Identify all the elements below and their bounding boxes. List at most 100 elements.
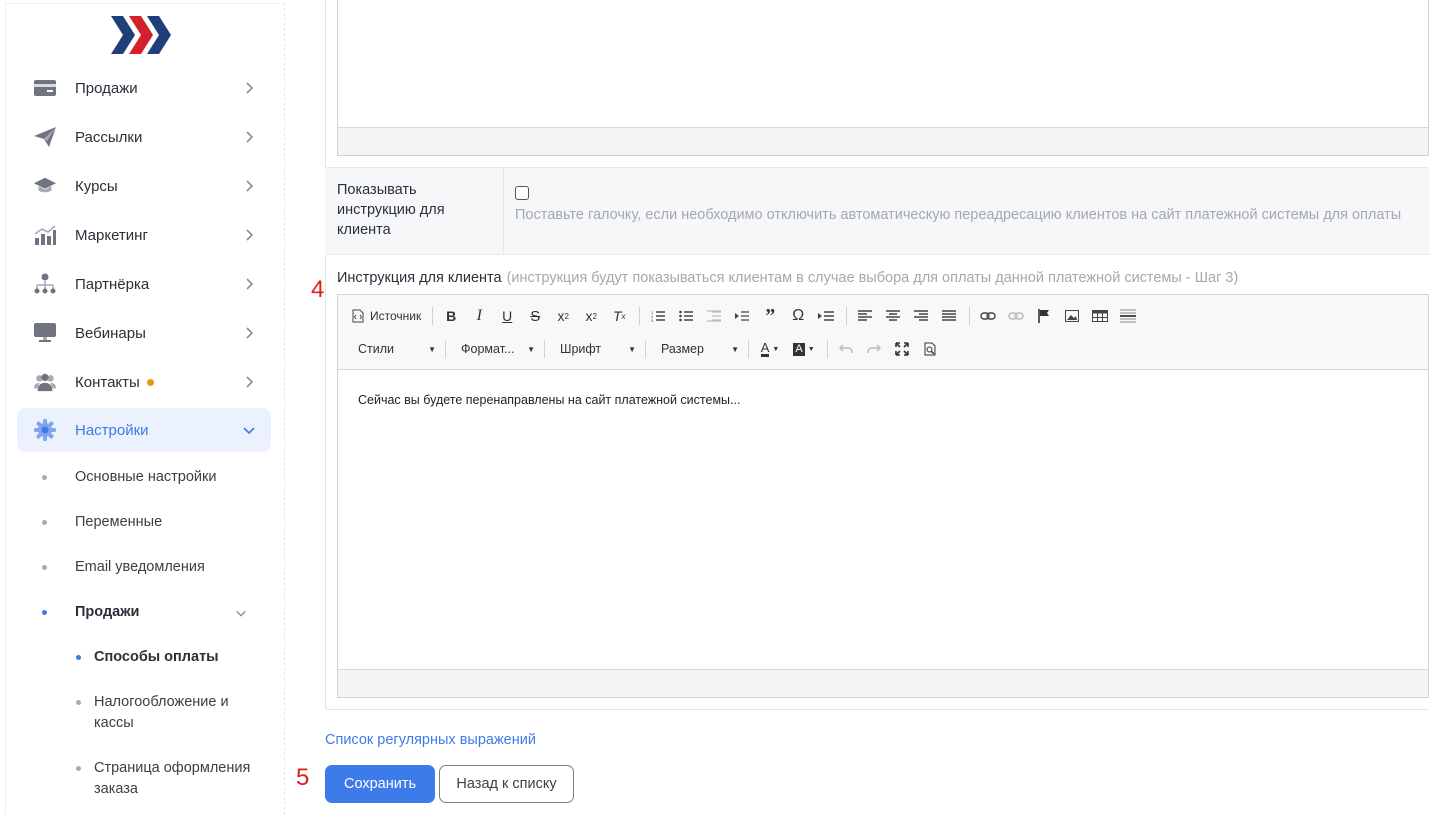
bold-icon[interactable]: B	[438, 304, 464, 328]
remove-format-icon[interactable]: Tx	[606, 304, 632, 328]
align-left-icon[interactable]	[852, 304, 878, 328]
blockquote-icon[interactable]: ”	[757, 304, 783, 328]
align-right-icon[interactable]	[908, 304, 934, 328]
instruction-title-text: Инструкция для клиента	[337, 270, 502, 286]
preview-icon[interactable]	[917, 337, 943, 361]
editor-content[interactable]: Сейчас вы будете перенаправлены на сайт …	[338, 371, 1428, 669]
align-justify-icon[interactable]	[936, 304, 962, 328]
underline-icon[interactable]: U	[494, 304, 520, 328]
superscript-icon[interactable]: x2	[578, 304, 604, 328]
editor-toolbar: Источник B I U S x2 x2 Tx 123 ” Ω Стили …	[338, 295, 1428, 370]
chevron-down-icon	[236, 610, 246, 617]
sidebar-item-label: Контакты	[75, 374, 154, 391]
source-icon	[352, 309, 364, 323]
sidebar-item-label: Курсы	[75, 177, 118, 195]
redo-icon[interactable]	[861, 337, 887, 361]
format-dropdown[interactable]: Формат... ▼	[451, 337, 539, 361]
gear-icon	[34, 419, 56, 441]
source-button[interactable]: Источник	[348, 304, 425, 328]
sidebar-item-label: Вебинары	[75, 324, 146, 342]
svg-text:3: 3	[651, 318, 654, 322]
chevron-right-icon	[246, 82, 254, 94]
card-icon	[34, 77, 56, 99]
sidebar-subitem-email-notifications[interactable]: Email уведомления	[42, 559, 205, 575]
sidebar-item-label: Партнёрка	[75, 275, 150, 293]
show-instruction-field: Поставьте галочку, если необходимо отклю…	[503, 167, 1429, 255]
styles-dropdown[interactable]: Стили ▼	[348, 337, 440, 361]
image-icon[interactable]	[1059, 304, 1085, 328]
bullet-dot	[76, 766, 81, 771]
monitor-icon	[34, 322, 56, 344]
sidebar-item-marketing[interactable]: Маркетинг	[17, 213, 271, 257]
logo[interactable]	[111, 16, 173, 54]
chevron-down-icon	[243, 427, 255, 435]
editor-statusbar	[338, 127, 1428, 155]
save-button[interactable]: Сохранить	[325, 765, 435, 803]
chevron-right-icon	[246, 376, 254, 388]
sidebar-item-sales[interactable]: Продажи	[17, 66, 271, 110]
undo-icon[interactable]	[833, 337, 859, 361]
users-icon	[34, 371, 56, 393]
sidebar-subitem-general-settings[interactable]: Основные настройки	[42, 469, 216, 485]
step-marker: 4	[311, 276, 325, 303]
italic-icon[interactable]: I	[466, 304, 492, 328]
graduation-cap-icon	[34, 175, 56, 197]
horizontal-line-icon[interactable]	[1115, 304, 1141, 328]
sidebar-subitem-label: Продажи	[75, 604, 140, 620]
sidebar-subitem-label: Основные настройки	[75, 469, 217, 485]
chevron-right-icon	[246, 229, 254, 241]
outdent-icon[interactable]	[701, 304, 727, 328]
sidebar-item-settings[interactable]: Настройки	[17, 408, 271, 452]
notification-dot	[146, 378, 154, 386]
back-to-list-button[interactable]: Назад к списку	[439, 765, 574, 803]
chevron-right-icon	[246, 180, 254, 192]
font-dropdown[interactable]: Шрифт ▼	[550, 337, 640, 361]
sidebar-subitem-taxation[interactable]: Налогообложение и кассы	[76, 692, 254, 734]
source-label: Источник	[370, 309, 422, 323]
link-icon[interactable]	[975, 304, 1001, 328]
sidebar-subitem-label: Email уведомления	[75, 559, 205, 575]
sidebar-subitem-label: Страница оформления заказа	[94, 760, 251, 797]
bullet-dot	[42, 610, 47, 615]
sidebar-item-partners[interactable]: Партнёрка	[17, 262, 271, 306]
instruction-title: Инструкция для клиента (инструкция будут …	[337, 270, 1238, 286]
background-color-icon[interactable]: A ▼	[788, 337, 820, 361]
bullet-dot	[76, 700, 81, 705]
sidebar-item-contacts[interactable]: Контакты	[17, 360, 271, 404]
chevron-right-icon	[246, 131, 254, 143]
sidebar-subitem-label: Переменные	[75, 514, 163, 530]
unlink-icon[interactable]	[1003, 304, 1029, 328]
bullet-list-icon[interactable]	[673, 304, 699, 328]
sidebar-item-mailings[interactable]: Рассылки	[17, 115, 271, 159]
numbered-list-icon[interactable]: 123	[645, 304, 671, 328]
insert-block-icon[interactable]	[813, 304, 839, 328]
sidebar-item-courses[interactable]: Курсы	[17, 164, 271, 208]
indent-icon[interactable]	[729, 304, 755, 328]
bullet-dot	[42, 520, 47, 525]
chart-icon	[34, 224, 56, 246]
sidebar-subitem-sales[interactable]: Продажи	[42, 604, 252, 620]
editor-statusbar	[338, 669, 1428, 697]
sidebar-item-label: Рассылки	[75, 128, 143, 146]
anchor-flag-icon[interactable]	[1031, 304, 1057, 328]
chevron-right-icon	[246, 278, 254, 290]
size-dropdown[interactable]: Размер ▼	[651, 337, 743, 361]
bullet-dot	[42, 475, 47, 480]
sidebar-subitem-checkout-page[interactable]: Страница оформления заказа	[76, 758, 254, 800]
table-icon[interactable]	[1087, 304, 1113, 328]
bullet-dot	[76, 655, 81, 660]
show-instruction-checkbox[interactable]	[515, 186, 529, 200]
show-instruction-hint: Поставьте галочку, если необходимо отклю…	[515, 207, 1402, 223]
align-center-icon[interactable]	[880, 304, 906, 328]
sidebar-item-label: Маркетинг	[75, 226, 148, 244]
subscript-icon[interactable]: x2	[550, 304, 576, 328]
special-char-icon[interactable]: Ω	[785, 304, 811, 328]
sidebar-subitem-variables[interactable]: Переменные	[42, 514, 162, 530]
previous-editor-area[interactable]	[337, 0, 1429, 156]
maximize-icon[interactable]	[889, 337, 915, 361]
strikethrough-icon[interactable]: S	[522, 304, 548, 328]
sidebar-subitem-payment-methods[interactable]: Способы оплаты	[76, 647, 254, 668]
regex-list-link[interactable]: Список регулярных выражений	[325, 732, 536, 748]
sidebar-item-webinars[interactable]: Вебинары	[17, 311, 271, 355]
text-color-icon[interactable]: A ▼	[754, 337, 786, 361]
